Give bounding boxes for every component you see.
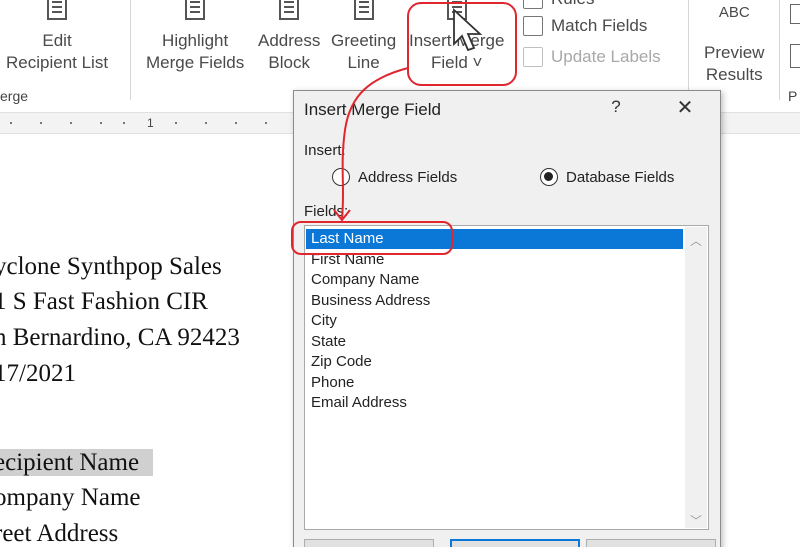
mouse-pointer-icon [453,8,483,52]
annotation-arrow [333,67,409,222]
